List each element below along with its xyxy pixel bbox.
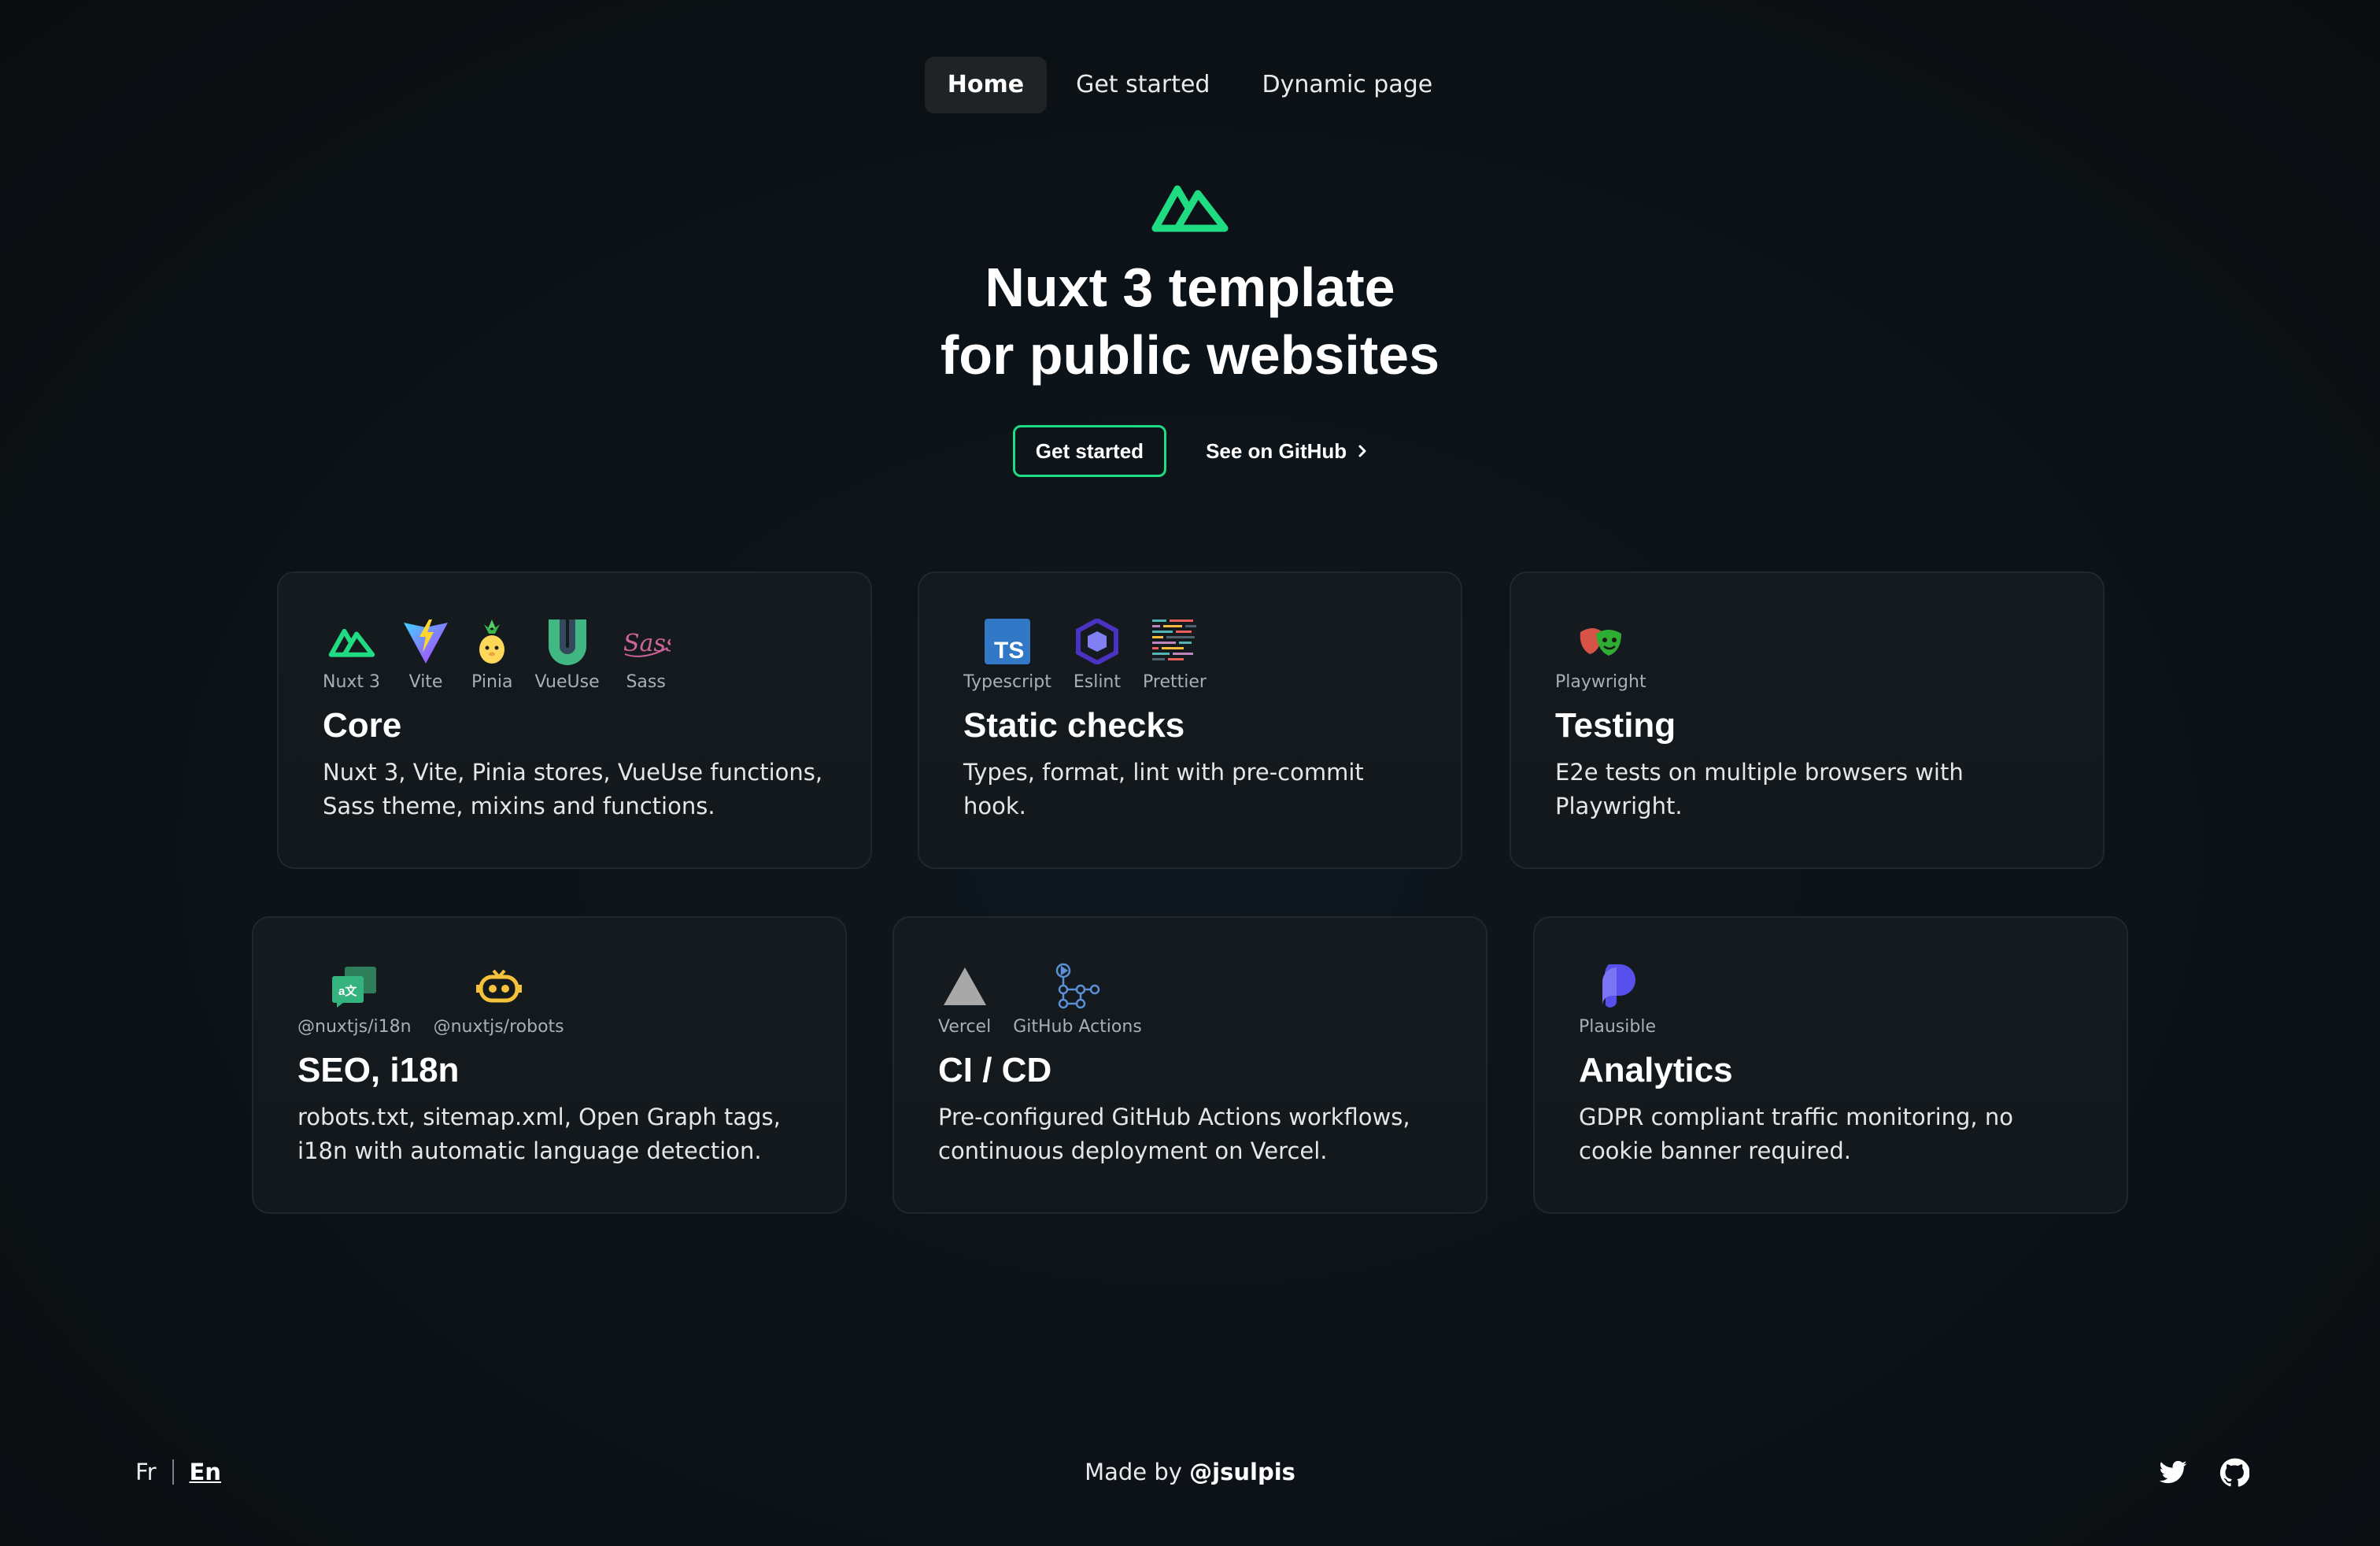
main-nav: Home Get started Dynamic page: [0, 57, 2380, 113]
nuxt-logo-icon: [1151, 185, 1229, 232]
tech-logos: Playwright: [1555, 617, 2059, 697]
tech-vueuse: VueUse: [534, 617, 600, 692]
nav-item-home[interactable]: Home: [924, 57, 1048, 113]
tech-label: Pinia: [471, 672, 513, 692]
github-actions-icon: [1055, 963, 1100, 1009]
tech-github-actions: GitHub Actions: [1013, 962, 1142, 1037]
prettier-icon: [1152, 620, 1197, 660]
tech-logos: a文 @nuxtjs/i18n @nuxtjs/robots: [298, 962, 801, 1042]
svg-text:TS: TS: [994, 638, 1024, 664]
tech-label: Sass: [626, 672, 666, 692]
tech-label: Playwright: [1555, 672, 1646, 692]
feature-card-testing: Playwright Testing E2e tests on multiple…: [1510, 571, 2105, 869]
card-description: GDPR compliant traffic monitoring, no co…: [1579, 1104, 2013, 1164]
svg-text:Sass: Sass: [623, 630, 671, 657]
tech-sass: Sass Sass: [622, 617, 671, 692]
tech-label: Nuxt 3: [323, 672, 381, 692]
nuxt-icon: [328, 628, 375, 657]
nav-item-dynamic-page[interactable]: Dynamic page: [1239, 57, 1455, 113]
tech-prettier: Prettier: [1143, 617, 1207, 692]
tech-eslint: Eslint: [1074, 617, 1121, 692]
feature-card-seo-i18n: a文 @nuxtjs/i18n @nuxtjs/robots SEO, i18n…: [252, 916, 847, 1214]
made-by-prefix: Made by: [1085, 1459, 1182, 1485]
card-description: Nuxt 3, Vite, Pinia stores, VueUse funct…: [323, 759, 823, 819]
eslint-icon: [1075, 619, 1118, 664]
see-on-github-link[interactable]: See on GitHub: [1206, 439, 1367, 464]
tech-playwright: Playwright: [1555, 617, 1646, 692]
tech-label: Prettier: [1143, 672, 1207, 692]
tech-logos: TS Typescript Eslint Prettier: [963, 617, 1417, 697]
card-title: Static checks: [963, 706, 1185, 745]
hero-title: Nuxt 3 template for public websites: [0, 253, 2380, 389]
card-title: SEO, i18n: [298, 1051, 460, 1089]
card-title: CI / CD: [938, 1051, 1052, 1089]
tech-pinia: Pinia: [471, 617, 512, 692]
see-on-github-label: See on GitHub: [1206, 438, 1347, 463]
hero-title-line1: Nuxt 3 template: [985, 257, 1395, 318]
playwright-icon: [1580, 628, 1621, 656]
robots-icon: [475, 969, 522, 1003]
tech-label: GitHub Actions: [1013, 1017, 1142, 1037]
pinia-icon: [479, 620, 505, 664]
i18n-icon: a文: [332, 967, 377, 1008]
plausible-icon: [1602, 964, 1635, 1008]
tech-vite: Vite: [402, 617, 449, 692]
tech-label: Eslint: [1073, 672, 1121, 692]
hero-title-line2: for public websites: [941, 324, 1439, 386]
made-by-credit: Made by @jsulpis: [0, 1458, 2380, 1486]
get-started-button[interactable]: Get started: [1012, 425, 1167, 477]
sass-icon: Sass: [623, 630, 671, 657]
vercel-icon: [943, 967, 986, 1005]
feature-card-ci-cd: Vercel GitHub Actions CI / CD Pre-config…: [893, 916, 1488, 1214]
card-description: Types, format, lint with pre-commit hook…: [963, 759, 1364, 819]
tech-label: @nuxtjs/robots: [433, 1017, 564, 1037]
tech-typescript: TS Typescript: [963, 617, 1051, 692]
tech-label: VueUse: [534, 672, 600, 692]
github-icon[interactable]: [2219, 1458, 2249, 1488]
card-description: robots.txt, sitemap.xml, Open Graph tags…: [298, 1104, 781, 1164]
tech-label: @nuxtjs/i18n: [298, 1017, 412, 1037]
feature-card-static-checks: TS Typescript Eslint Prettier Static che…: [918, 571, 1462, 869]
chevron-right-icon: [1358, 445, 1366, 457]
tech-logos: Vercel GitHub Actions: [938, 962, 1442, 1042]
tech-label: Vercel: [938, 1017, 992, 1037]
tech-nuxt: Nuxt 3: [323, 617, 380, 692]
social-links: [2158, 1458, 2249, 1488]
feature-card-analytics: Plausible Analytics GDPR compliant traff…: [1533, 916, 2128, 1214]
author-handle-link[interactable]: @jsulpis: [1189, 1459, 1295, 1485]
twitter-icon[interactable]: [2158, 1458, 2188, 1488]
nav-item-get-started[interactable]: Get started: [1053, 57, 1232, 113]
tech-logos: Plausible: [1579, 962, 2082, 1042]
vueuse-icon: [548, 620, 586, 665]
tech-i18n: a文 @nuxtjs/i18n: [298, 962, 412, 1037]
typescript-icon: TS: [984, 619, 1030, 664]
vite-icon: [404, 620, 449, 664]
tech-plausible: Plausible: [1579, 962, 1656, 1037]
tech-label: Vite: [408, 672, 443, 692]
tech-label: Plausible: [1579, 1017, 1656, 1037]
tech-label: Typescript: [963, 672, 1051, 692]
card-title: Analytics: [1579, 1051, 1733, 1089]
hero-actions: Get started See on GitHub: [0, 425, 2380, 477]
card-title: Core: [323, 706, 402, 745]
feature-card-core: Nuxt 3 Vite Pinia VueUse Sas Sass Core N…: [277, 571, 872, 869]
card-description: Pre-configured GitHub Actions workflows,…: [938, 1104, 1410, 1164]
svg-text:a文: a文: [338, 984, 357, 998]
tech-robots: @nuxtjs/robots: [434, 962, 564, 1037]
tech-logos: Nuxt 3 Vite Pinia VueUse Sas Sass: [323, 617, 826, 697]
tech-vercel: Vercel: [938, 962, 991, 1037]
card-title: Testing: [1555, 706, 1676, 745]
card-description: E2e tests on multiple browsers with Play…: [1555, 759, 1964, 819]
